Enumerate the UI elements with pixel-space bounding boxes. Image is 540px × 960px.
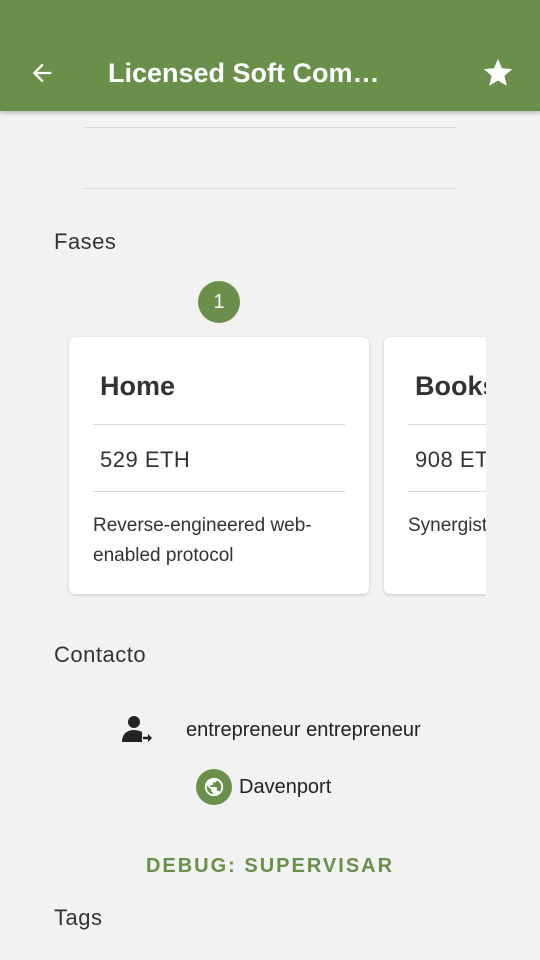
divider [93,491,345,492]
phase-card-title: Books [415,371,486,401]
contact-location-row: Davenport [196,769,331,805]
divider [408,424,486,425]
page-title: Licensed Soft Com… [108,58,380,88]
phase-card-title: Home [100,371,176,401]
favorite-button[interactable] [478,53,518,93]
phase-card-description: Synergistic migration [408,515,486,536]
phase-card-amount: 529 ETH [100,447,191,472]
phases-heading: Fases [54,229,117,254]
contact-user-name: entrepreneur entrepreneur [186,718,421,741]
contact-location: Davenport [239,775,332,798]
contact-user-row: entrepreneur entrepreneur [120,712,421,748]
phase-card-description: Reverse-engineered web-enabled protocol [93,515,312,566]
tags-heading: Tags [54,905,103,930]
phase-card[interactable]: Home 529 ETH Reverse-engineered web-enab… [69,337,369,594]
phases-carousel[interactable]: Home 529 ETH Reverse-engineered web-enab… [54,330,486,610]
arrow-left-icon [32,63,52,83]
divider [408,491,486,492]
globe-icon [196,769,232,805]
contact-heading: Contacto [54,642,147,667]
phase-card-amount: 908 ETH [415,447,486,472]
step-indicator[interactable]: 1 [198,281,240,323]
star-icon [483,58,513,86]
phase-card[interactable]: Books 908 ETH Synergistic migration [384,337,486,594]
divider [84,188,456,189]
divider [84,127,456,128]
back-button[interactable] [22,53,62,93]
user-arrow-icon [122,716,152,742]
debug-supervisar-button[interactable]: DEBUG: SUPERVISAR [0,855,540,878]
app-bar: Licensed Soft Com… [0,0,540,111]
divider [93,424,345,425]
